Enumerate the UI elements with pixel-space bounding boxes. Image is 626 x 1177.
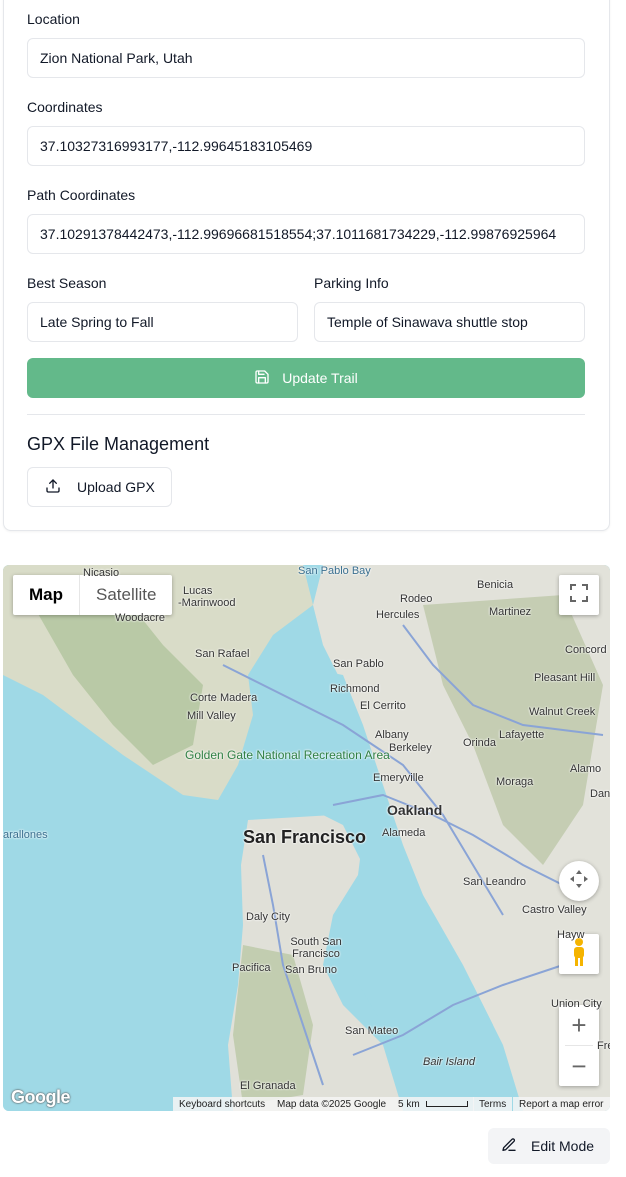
parking-info-input[interactable]: Temple of Sinawava shuttle stop (314, 302, 585, 342)
map-label: Martinez (489, 606, 532, 618)
update-trail-button[interactable]: Update Trail (27, 358, 585, 398)
move-arrows-icon (569, 869, 589, 894)
map-label: Concord (565, 644, 607, 656)
map-label: Lucas (183, 585, 213, 597)
map-label: San Leandro (463, 876, 526, 888)
camera-control-button[interactable] (559, 861, 599, 901)
upload-icon (45, 478, 61, 497)
map-label: El Cerrito (360, 700, 406, 712)
zoom-control: + − (559, 1005, 599, 1086)
minus-icon: − (571, 1050, 587, 1081)
zoom-in-button[interactable]: + (559, 1005, 599, 1045)
map-label: Alamo (570, 763, 602, 775)
gpx-section-title: GPX File Management (27, 434, 210, 454)
map-label: arallones (3, 829, 48, 841)
map-type-map[interactable]: Map (13, 575, 79, 615)
map-type-satellite[interactable]: Satellite (79, 575, 172, 615)
upload-gpx-label: Upload GPX (77, 479, 155, 495)
map-label: Mill Valley (187, 710, 236, 722)
terms-link[interactable]: Terms (473, 1097, 513, 1111)
best-season-input[interactable]: Late Spring to Fall (27, 302, 298, 342)
path-coordinates-input[interactable]: 37.10291378442473,-112.99696681518554;37… (27, 214, 585, 254)
coordinates-input[interactable]: 37.10327316993177,-112.99645183105469 (27, 126, 585, 166)
edit-mode-button[interactable]: Edit Mode (488, 1128, 610, 1164)
coordinates-label: Coordinates (27, 99, 103, 115)
fullscreen-icon (570, 583, 588, 607)
map-view[interactable]: Map Satellite + − Nicasio Lucas -Marinwo… (3, 565, 610, 1111)
edit-mode-label: Edit Mode (531, 1138, 595, 1154)
map-label: Castro Valley (522, 904, 587, 916)
upload-gpx-button[interactable]: Upload GPX (27, 467, 172, 507)
map-label: El Granada (240, 1080, 296, 1092)
map-label: Pleasant Hill (534, 672, 596, 684)
best-season-label: Best Season (27, 275, 107, 291)
map-label: Woodacre (115, 612, 165, 624)
map-label: Dan (590, 788, 610, 800)
map-label: Albany (375, 729, 409, 741)
map-label: San Pablo (333, 658, 384, 670)
map-type-control: Map Satellite (13, 575, 173, 615)
map-label: Benicia (477, 579, 514, 591)
fullscreen-button[interactable] (559, 575, 599, 615)
map-label: Alameda (382, 827, 426, 839)
map-scale[interactable]: 5 km (392, 1097, 474, 1111)
divider (27, 414, 585, 415)
map-label: Union City (551, 998, 602, 1010)
map-label: Fre (597, 1040, 610, 1052)
map-label: San Pablo Bay (298, 565, 371, 577)
update-trail-label: Update Trail (282, 370, 358, 386)
map-label: San Rafael (195, 648, 250, 660)
map-label: Nicasio (83, 567, 120, 579)
map-label: Orinda (463, 737, 497, 749)
map-label: Daly City (246, 911, 291, 923)
map-label: Hayw (557, 929, 585, 941)
parking-info-label: Parking Info (314, 275, 389, 291)
save-icon (254, 369, 270, 388)
location-input[interactable]: Zion National Park, Utah (27, 38, 585, 78)
map-label: Moraga (496, 776, 534, 788)
map-label: Rodeo (400, 593, 433, 605)
google-logo: Google (11, 1087, 71, 1107)
map-label-city: San Francisco (243, 827, 367, 847)
keyboard-shortcuts-link[interactable]: Keyboard shortcuts (173, 1097, 272, 1111)
pegman-icon (571, 937, 587, 972)
report-map-error-link[interactable]: Report a map error (513, 1097, 610, 1111)
map-label: Oakland (387, 802, 443, 818)
map-label: Walnut Creek (529, 706, 596, 718)
map-label: South San Francisco (290, 936, 342, 960)
location-label: Location (27, 11, 80, 27)
scale-bar (425, 1101, 468, 1107)
map-label: Pacifica (232, 962, 271, 974)
path-coordinates-label: Path Coordinates (27, 187, 136, 203)
map-label: San Mateo (345, 1025, 399, 1037)
pencil-icon (501, 1137, 517, 1156)
map-label-park: Golden Gate National Recreation Area (185, 748, 390, 762)
map-label: Corte Madera (190, 692, 258, 704)
scale-label: 5 km (398, 1098, 420, 1110)
map-label: Hercules (376, 609, 420, 621)
map-data-attribution: Map data ©2025 Google (271, 1097, 393, 1111)
map-label: Bair Island (423, 1056, 475, 1068)
map-label: Richmond (330, 683, 380, 695)
map-label: Lafayette (499, 729, 545, 741)
map-label: Emeryville (373, 772, 424, 784)
map-label: San Bruno (285, 964, 337, 976)
plus-icon: + (571, 1009, 587, 1040)
map-label: Berkeley (389, 742, 432, 754)
map-label: -Marinwood (178, 597, 236, 609)
zoom-out-button[interactable]: − (559, 1046, 599, 1086)
